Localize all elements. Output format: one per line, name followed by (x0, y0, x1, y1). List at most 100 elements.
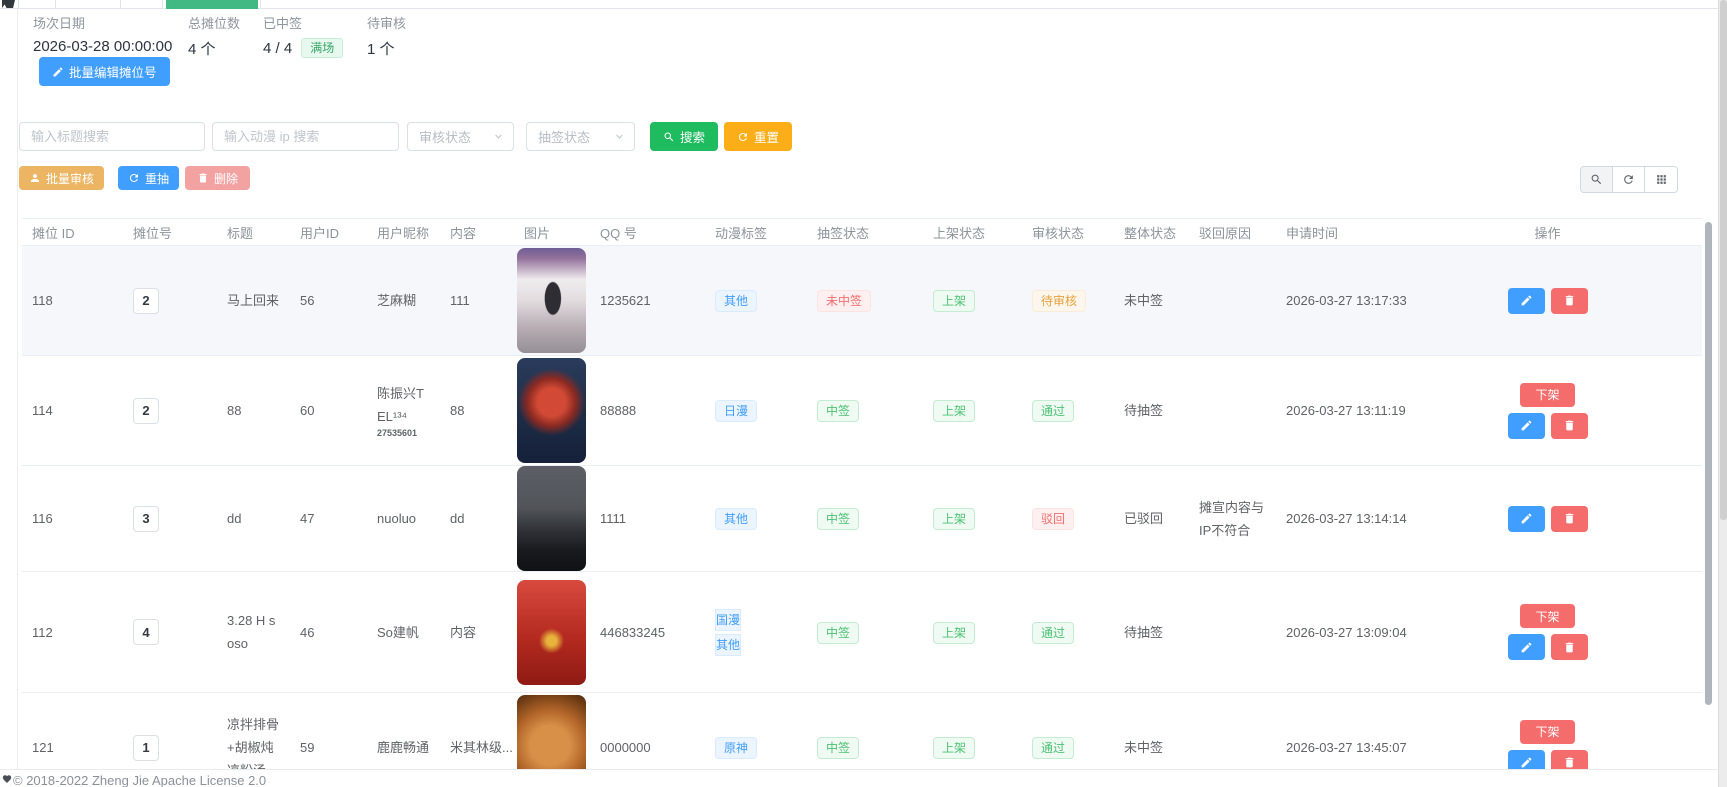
lottery-status-tag: 中签 (817, 737, 859, 759)
booth-content: 88 (440, 356, 514, 466)
trash-icon (1563, 756, 1576, 769)
delete-button[interactable] (1551, 506, 1588, 532)
reset-button[interactable]: 重置 (724, 122, 792, 151)
reject-reason (1189, 572, 1276, 693)
chevron-down-icon (492, 130, 505, 143)
stat-pending-audit: 待审核 1 个 (367, 13, 406, 59)
col-booth-id: 摊位 ID (22, 219, 123, 246)
overall-status: 待抽签 (1114, 572, 1189, 693)
booth-photo[interactable] (517, 466, 586, 571)
refresh-icon (128, 172, 140, 184)
lottery-status-select[interactable]: 抽签状态 (526, 122, 635, 151)
bulk-action-bar: 批量审核 重抽 删除 (19, 166, 1709, 194)
toolbar-columns-button[interactable] (1645, 167, 1677, 192)
toolbar-refresh-button[interactable] (1613, 167, 1645, 192)
page-scrollbar-thumb[interactable] (1720, 0, 1727, 520)
listing-status-tag: 上架 (933, 400, 975, 422)
qq-number: 1111 (590, 466, 705, 572)
booth-id: 118 (22, 246, 123, 356)
stat-label: 总摊位数 (188, 13, 240, 32)
col-anime-tag: 动漫标签 (705, 219, 807, 246)
booth-id: 112 (22, 572, 123, 693)
page-scrollbar[interactable] (1718, 0, 1727, 787)
edit-button[interactable] (1508, 506, 1545, 532)
booth-photo[interactable] (517, 580, 586, 685)
panel-edge-line (17, 9, 18, 787)
batch-audit-button[interactable]: 批量审核 (19, 166, 104, 190)
edit-button[interactable] (1508, 288, 1545, 314)
listing-status-tag: 上架 (933, 622, 975, 644)
col-image: 图片 (514, 219, 590, 246)
lottery-status-tag: 中签 (817, 400, 859, 422)
trash-icon (1563, 294, 1576, 307)
title-search-input[interactable] (19, 122, 205, 151)
lottery-status-tag: 未中签 (817, 290, 871, 312)
stat-won: 已中签 4 / 4 满场 (263, 13, 343, 58)
audit-status-tag: 待审核 (1032, 290, 1086, 312)
stat-label: 已中签 (263, 13, 343, 32)
full-house-badge: 满场 (301, 38, 343, 58)
col-apply-time: 申请时间 (1276, 219, 1480, 246)
reset-label: 重置 (754, 127, 779, 146)
booth-photo[interactable] (517, 248, 586, 353)
table-row[interactable]: 114 2 88 60 陈振兴TEL¹³⁴ 27535601 88 88888 … (22, 356, 1702, 466)
audit-status-tag: 驳回 (1032, 508, 1074, 530)
table-row[interactable]: 118 2 马上回来 56 芝麻糊 111 1235621 其他 未中签 上架 … (22, 246, 1702, 356)
unlist-button[interactable]: 下架 (1520, 720, 1574, 744)
table-row[interactable]: 116 3 dd 47 nuoluo dd 1111 其他 中签 上架 驳回 已… (22, 466, 1702, 572)
anime-tag: 其他 (715, 290, 757, 312)
copyright-text: © 2018-2022 Zheng Jie Apache License 2.0 (13, 773, 266, 787)
unlist-button[interactable]: 下架 (1520, 604, 1574, 628)
col-title: 标题 (217, 219, 290, 246)
delete-button[interactable] (1551, 413, 1588, 439)
col-audit-status: 审核状态 (1022, 219, 1114, 246)
tab-divider (120, 0, 121, 9)
batch-edit-booth-number-button[interactable]: 批量编辑摊位号 (39, 57, 170, 86)
stat-value: 2026-03-28 00:00:00 (33, 38, 172, 55)
tab-divider (260, 0, 261, 9)
col-actions: 操作 (1480, 219, 1615, 246)
booth-photo[interactable] (517, 358, 586, 463)
redraw-button[interactable]: 重抽 (118, 166, 179, 190)
nickname-sub: 27535601 (377, 428, 430, 439)
booth-title: 马上回来 (217, 246, 290, 356)
col-listing-status: 上架状态 (923, 219, 1022, 246)
apply-time: 2026-03-27 13:11:19 (1276, 356, 1480, 466)
booth-title: 88 (217, 356, 290, 466)
edit-button[interactable] (1508, 634, 1545, 660)
heart-icon (2, 774, 12, 784)
pencil-icon (1520, 512, 1533, 525)
col-filler (1615, 219, 1702, 246)
table-row[interactable]: 112 4 3.28 H soso 46 So建帆 内容 446833245 国… (22, 572, 1702, 693)
batch-audit-label: 批量审核 (46, 170, 94, 187)
tab-divider (55, 0, 56, 9)
delete-button[interactable] (1551, 634, 1588, 660)
anime-ip-search-input[interactable] (212, 122, 399, 151)
listing-status-tag: 上架 (933, 508, 975, 530)
edit-button[interactable] (1508, 413, 1545, 439)
audit-status-placeholder: 审核状态 (419, 127, 492, 146)
overall-status: 未中签 (1114, 246, 1189, 356)
overall-status: 已驳回 (1114, 466, 1189, 572)
grid-icon (1655, 173, 1668, 186)
toolbar-search-toggle-button[interactable] (1581, 167, 1613, 192)
listing-status-tag: 上架 (933, 290, 975, 312)
bulk-delete-button[interactable]: 删除 (185, 166, 250, 190)
anime-tag: 原神 (715, 737, 757, 759)
user-id: 46 (290, 572, 367, 693)
apply-time: 2026-03-27 13:14:14 (1276, 466, 1480, 572)
table-scrollbar-thumb[interactable] (1705, 222, 1712, 705)
reject-reason (1189, 356, 1276, 466)
active-tab[interactable] (166, 0, 258, 9)
unlist-button[interactable]: 下架 (1520, 383, 1574, 407)
delete-button[interactable] (1551, 288, 1588, 314)
search-button[interactable]: 搜索 (650, 122, 718, 151)
col-content: 内容 (440, 219, 514, 246)
booth-id: 116 (22, 466, 123, 572)
table-toolbar (1580, 166, 1678, 193)
user-nickname: 陈振兴TEL¹³⁴ 27535601 (367, 356, 440, 466)
batch-edit-label: 批量编辑摊位号 (69, 62, 157, 81)
audit-status-select[interactable]: 审核状态 (407, 122, 514, 151)
col-user-id: 用户ID (290, 219, 367, 246)
col-reject-reason: 驳回原因 (1189, 219, 1276, 246)
